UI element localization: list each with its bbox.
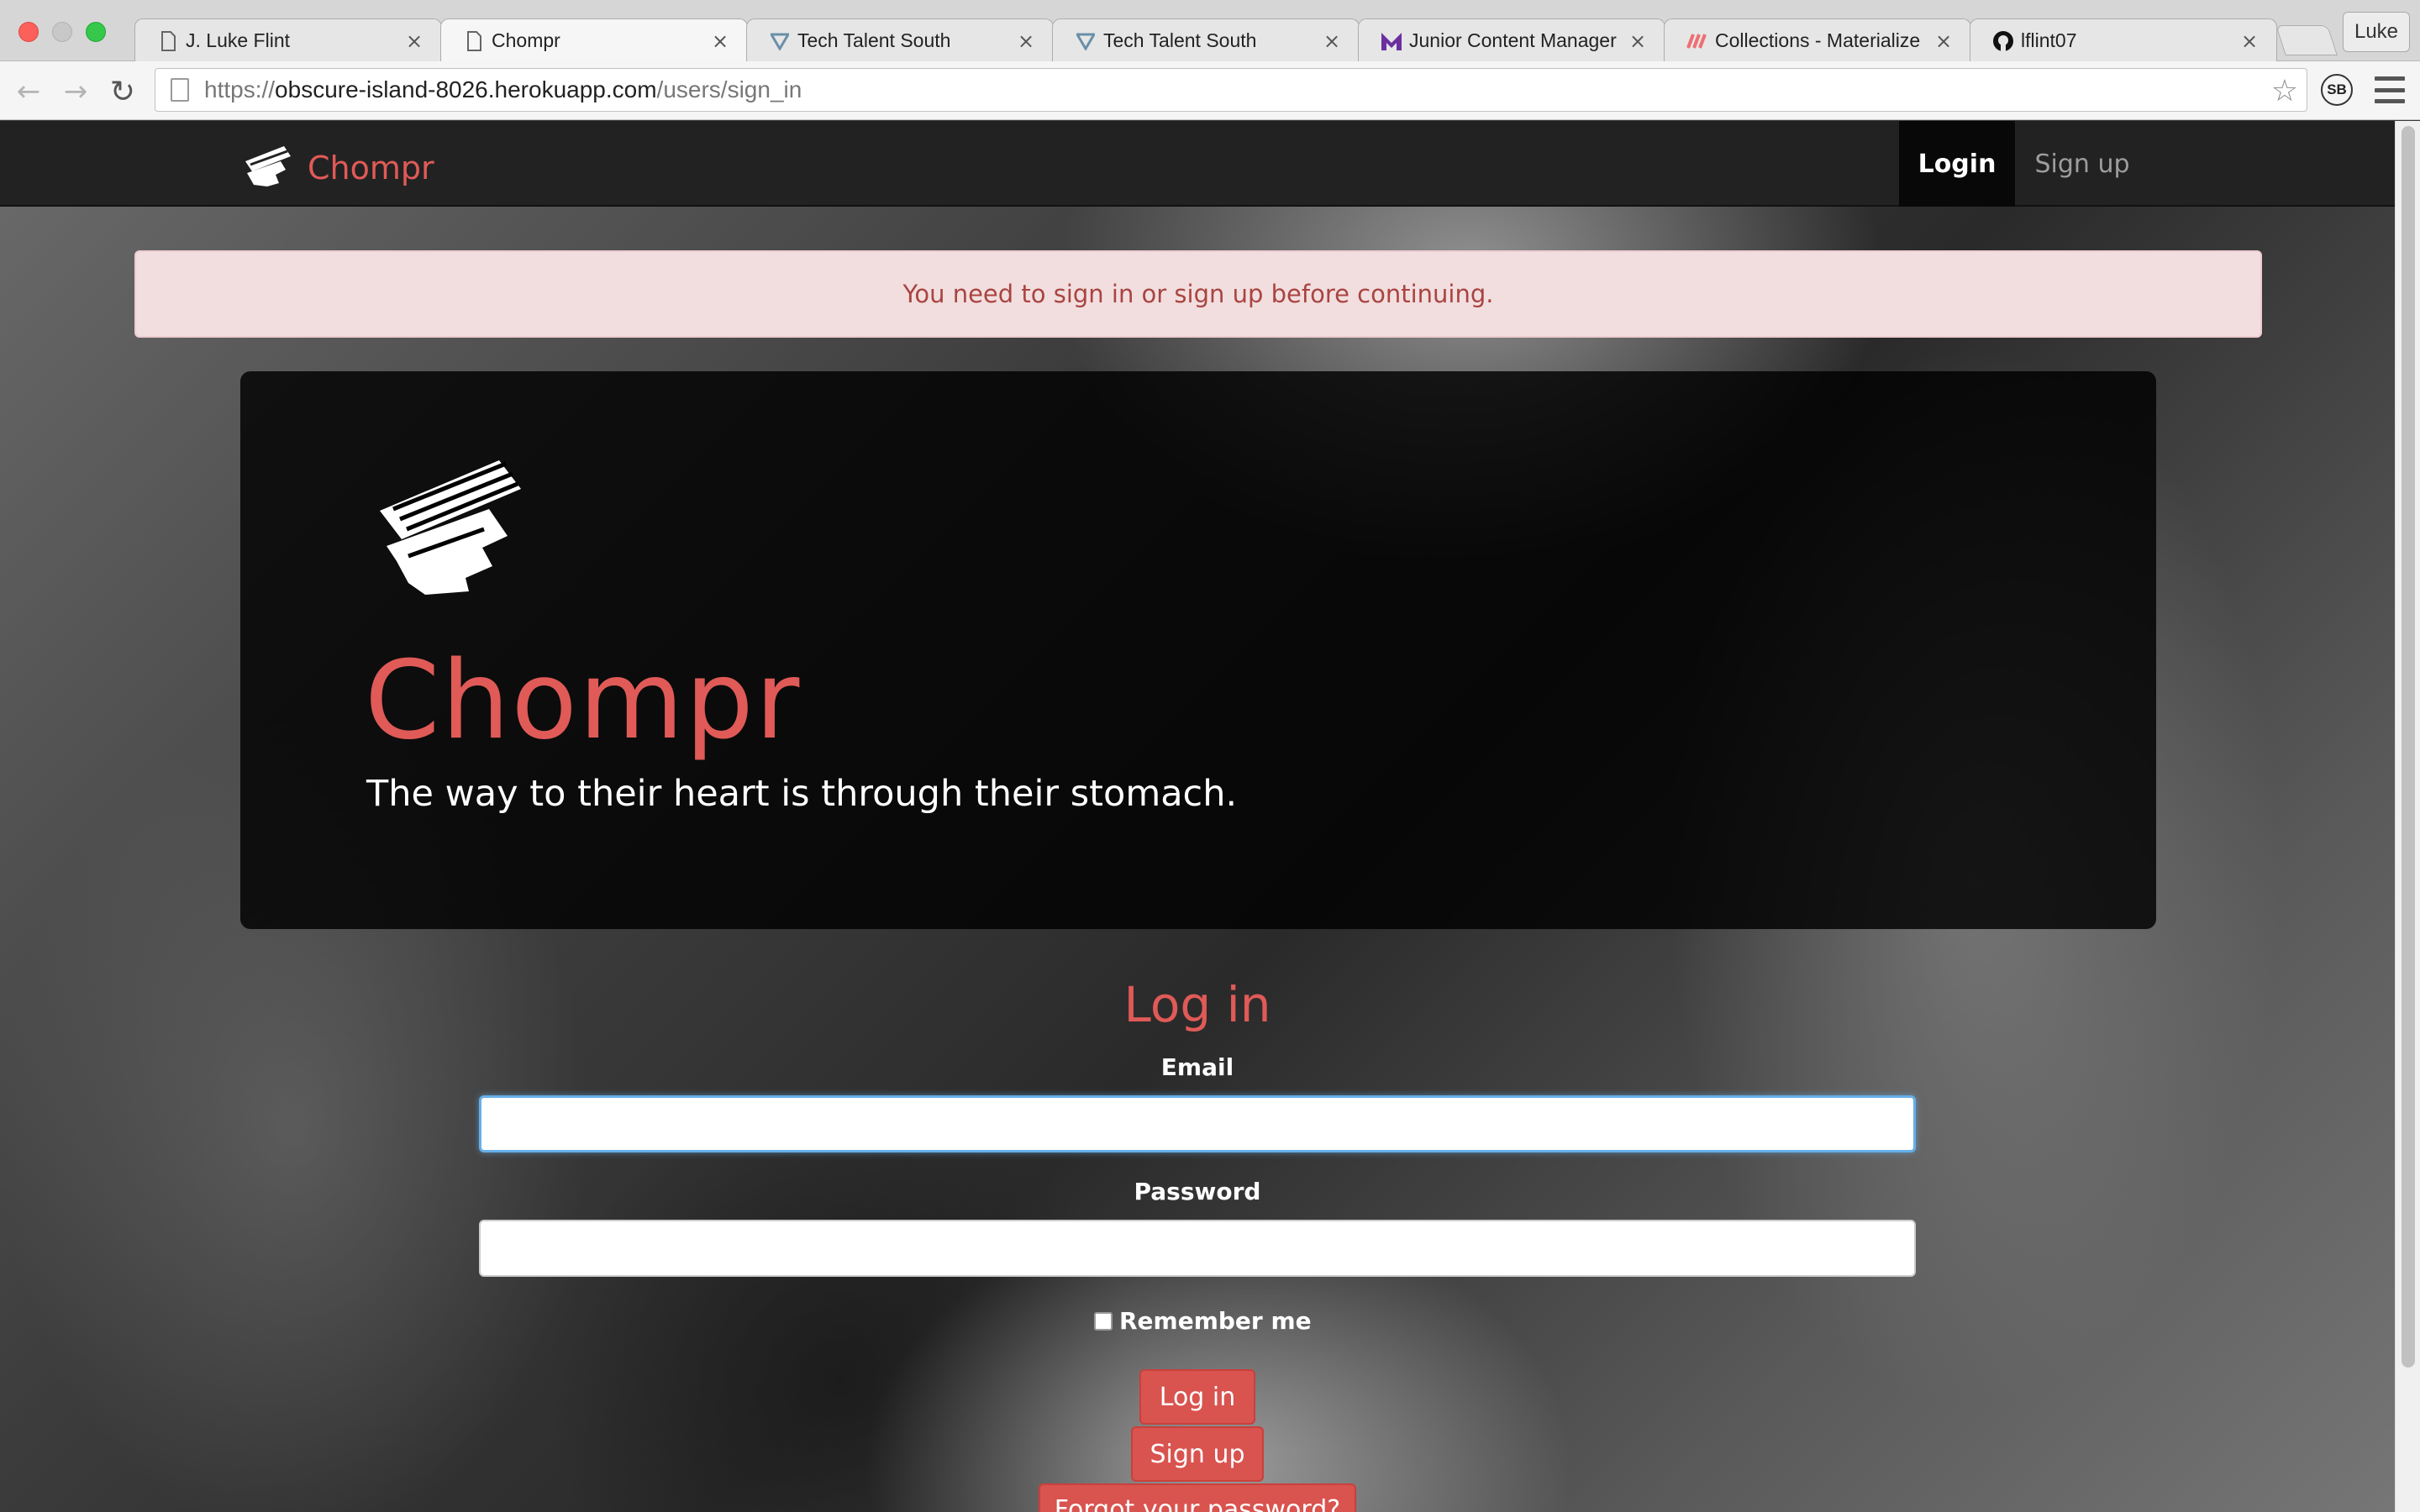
new-tab-button[interactable] <box>2275 25 2338 55</box>
hero-tagline: The way to their heart is through their … <box>366 773 1238 815</box>
url-path: /users/sign_in <box>656 76 802 102</box>
window-zoom-button[interactable] <box>86 22 106 42</box>
browser-tab-1[interactable]: J. Luke Flint × <box>134 18 442 62</box>
remember-me[interactable]: Remember me <box>1094 1307 1312 1335</box>
tab-close-icon[interactable]: × <box>1016 29 1036 53</box>
tab-close-icon[interactable]: × <box>710 29 730 53</box>
browser-tab-strip: J. Luke Flint × Chompr × Tech Talent Sou… <box>0 0 2420 62</box>
materialize-icon <box>1686 30 1708 52</box>
page-icon <box>463 30 485 52</box>
extension-sb-icon[interactable]: SB <box>2321 74 2353 106</box>
reload-icon[interactable]: ↻ <box>106 75 139 109</box>
tab-label: Junior Content Manager <box>1409 29 1617 51</box>
tab-label: Tech Talent South <box>797 29 951 51</box>
window-close-button[interactable] <box>18 22 39 42</box>
tab-label: lflint07 <box>2021 29 2077 51</box>
page-icon <box>157 30 179 52</box>
forward-arrow-icon[interactable]: → <box>59 75 92 108</box>
hero-title: Chompr <box>365 638 802 764</box>
page-info-icon[interactable] <box>171 78 189 102</box>
browser-menu-icon[interactable] <box>2375 76 2405 103</box>
password-label: Password <box>1134 1178 1261 1205</box>
remember-me-checkbox[interactable] <box>1094 1311 1113 1331</box>
brand-name: Chompr <box>308 150 434 186</box>
bookmark-star-icon[interactable]: ☆ <box>2271 74 2298 108</box>
hero-jumbotron: Chompr The way to their heart is through… <box>240 371 2156 929</box>
email-label: Email <box>1160 1053 1234 1081</box>
forgot-password-button[interactable]: Forgot your password? <box>1039 1483 1356 1512</box>
password-field[interactable] <box>479 1220 1916 1277</box>
email-field[interactable] <box>479 1095 1916 1152</box>
nav-signup-link[interactable]: Sign up <box>2020 121 2144 207</box>
m-logo-icon <box>1381 30 1402 52</box>
chompr-logo-icon <box>242 144 294 192</box>
scrollbar-thumb[interactable] <box>2402 126 2415 1368</box>
remember-me-label: Remember me <box>1119 1307 1312 1335</box>
chompr-logo-large-icon <box>375 457 526 600</box>
browser-toolbar: ← → ↻ https://obscure-island-8026.heroku… <box>0 61 2420 120</box>
site-navbar: Chompr Login Sign up <box>0 121 2395 207</box>
back-arrow-icon[interactable]: ← <box>12 75 45 108</box>
tab-label: Tech Talent South <box>1103 29 1257 51</box>
browser-tab-5[interactable]: Junior Content Manager × <box>1358 18 1665 62</box>
browser-tab-7[interactable]: lflint07 × <box>1970 18 2277 62</box>
browser-tab-4[interactable]: Tech Talent South × <box>1052 18 1360 62</box>
tab-close-icon[interactable]: × <box>1933 29 1954 53</box>
profile-button[interactable]: Luke <box>2343 12 2410 52</box>
tab-label: Chompr <box>492 29 560 51</box>
browser-tab-2[interactable]: Chompr × <box>440 18 748 62</box>
url-scheme: https:// <box>204 76 276 102</box>
tts-icon <box>769 30 791 52</box>
flash-alert: You need to sign in or sign up before co… <box>134 250 2262 338</box>
tab-label: J. Luke Flint <box>186 29 290 51</box>
url-text: https://obscure-island-8026.herokuapp.co… <box>204 76 802 103</box>
tts-icon <box>1075 30 1097 52</box>
signup-button[interactable]: Sign up <box>1131 1426 1264 1482</box>
browser-tab-3[interactable]: Tech Talent South × <box>746 18 1054 62</box>
tab-close-icon[interactable]: × <box>2239 29 2260 53</box>
page-scrollbar[interactable] <box>2395 121 2420 1512</box>
login-button[interactable]: Log in <box>1139 1369 1255 1425</box>
page-viewport: Chompr Login Sign up You need to sign in… <box>0 121 2420 1512</box>
brand-link[interactable]: Chompr <box>242 144 434 192</box>
window-minimize-button[interactable] <box>52 22 72 42</box>
login-heading: Log in <box>1123 976 1271 1033</box>
tab-label: Collections - Materialize <box>1715 29 1921 51</box>
tab-close-icon[interactable]: × <box>1322 29 1342 53</box>
browser-tab-6[interactable]: Collections - Materialize × <box>1664 18 1971 62</box>
url-host: obscure-island-8026.herokuapp.com <box>275 76 657 102</box>
tab-close-icon[interactable]: × <box>404 29 424 53</box>
address-bar[interactable]: https://obscure-island-8026.herokuapp.co… <box>155 68 2307 112</box>
nav-login-link[interactable]: Login <box>1899 121 2015 207</box>
github-icon <box>1992 30 2014 52</box>
tab-close-icon[interactable]: × <box>1628 29 1648 53</box>
